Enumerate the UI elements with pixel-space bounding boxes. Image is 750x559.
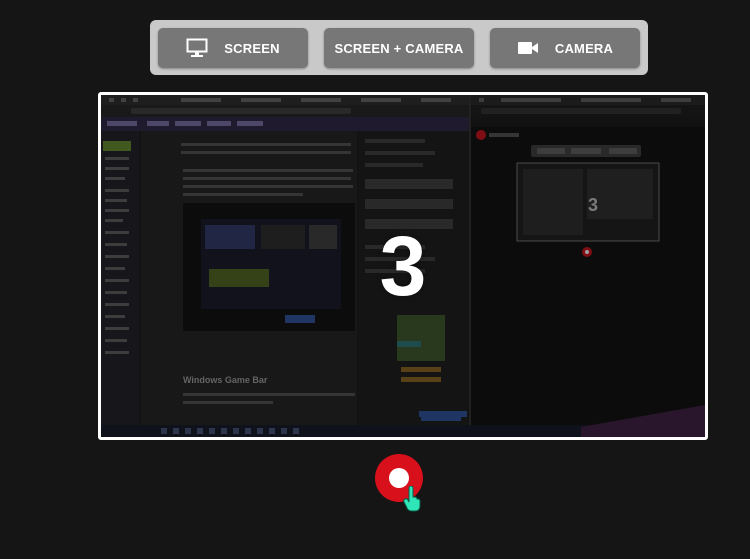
camera-mode-button[interactable]: CAMERA: [490, 28, 640, 68]
video-camera-icon: [517, 40, 539, 56]
screen-preview: Windows Game Bar 3 3: [98, 92, 708, 440]
record-dot-icon: [389, 468, 409, 488]
hand-pointer-icon: [403, 486, 421, 512]
screen-camera-mode-button[interactable]: SCREEN + CAMERA: [324, 28, 474, 68]
screen-camera-mode-label: SCREEN + CAMERA: [334, 40, 464, 56]
screen-mode-label: SCREEN: [224, 40, 280, 56]
camera-mode-label: CAMERA: [554, 40, 614, 56]
monitor-icon: [186, 38, 208, 58]
capture-mode-bar: SCREEN SCREEN + CAMERA CAMERA: [150, 20, 648, 75]
screen-mode-button[interactable]: SCREEN: [158, 28, 308, 68]
countdown-number: 3: [379, 218, 427, 313]
